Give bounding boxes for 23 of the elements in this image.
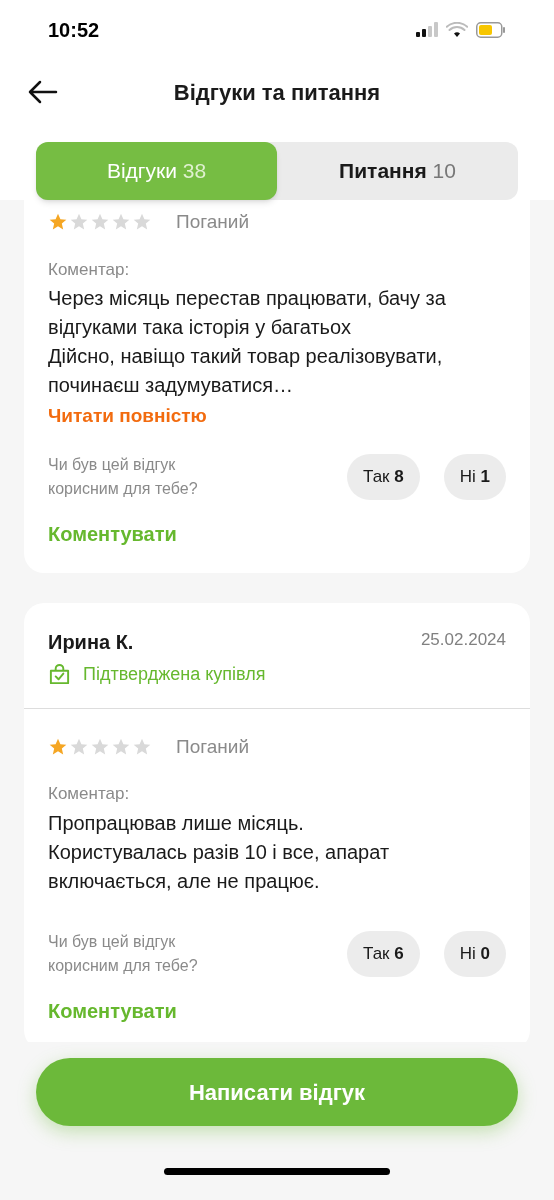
comment-text: Через місяць перестав працювати, бачу за відгуками така історія у багатьох Дійсно, навіщо такий товар реалізовувати, починаєш задумуватися… <box>48 286 447 398</box>
yes-vote-button[interactable]: Так 8 <box>347 453 420 500</box>
comment-text: Пропрацював лише місяць. Користувалась разів 10 і все, апарат включається, але не працює. <box>48 810 391 894</box>
helpful-question: Чи був цей відгук корисним для тебе? <box>48 931 199 976</box>
rating-label: Поганий <box>176 210 250 234</box>
signal-icon <box>416 22 438 38</box>
bag-check-icon <box>48 662 71 686</box>
comment-label: Коментар: <box>48 258 131 281</box>
comment-label: Коментар: <box>48 783 131 805</box>
helpful-question: Чи був цей відгук корисним для тебе? <box>48 454 199 499</box>
rating-label: Поганий <box>176 734 250 759</box>
yes-vote-button[interactable]: Так 6 <box>347 930 420 977</box>
author-name: Ирина К. <box>48 629 134 655</box>
tab[interactable]: Питання 10 <box>277 142 518 200</box>
battery-icon <box>476 22 506 38</box>
wifi-icon <box>446 22 468 38</box>
back-arrow-icon[interactable] <box>28 80 58 104</box>
page-title: Відгуки та питання <box>172 78 382 107</box>
no-vote-button[interactable]: Ні 0 <box>443 930 506 977</box>
verified-purchase: Підтверджена купівля <box>83 662 266 686</box>
status-time: 10:52 <box>48 18 100 43</box>
no-vote-button[interactable]: Ні 1 <box>443 453 506 500</box>
review-date: 25.02.2024 <box>420 628 506 651</box>
